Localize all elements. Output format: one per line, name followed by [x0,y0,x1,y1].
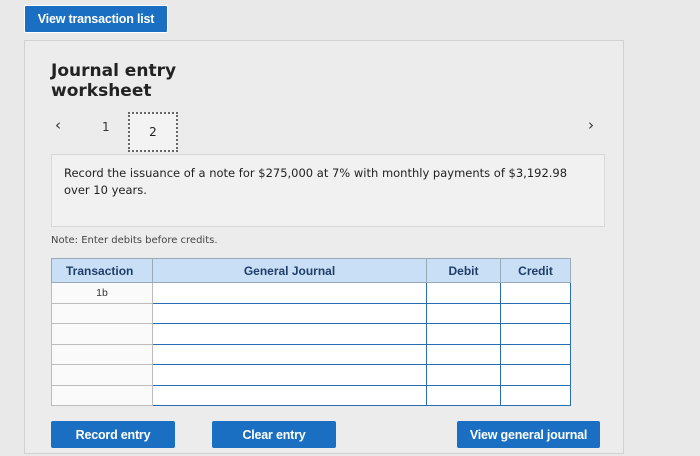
note-text: Note: Enter debits before credits. [51,235,218,246]
debit-input[interactable] [426,323,501,345]
chevron-right-icon[interactable]: › [588,116,594,134]
transaction-cell: 1b [51,282,153,304]
clear-entry-button[interactable]: Clear entry [212,421,336,448]
view-general-journal-button[interactable]: View general journal [457,421,600,448]
credit-input[interactable] [500,282,571,304]
transaction-cell [51,364,153,386]
credit-input[interactable] [500,364,571,386]
transaction-cell [51,323,153,345]
debit-input[interactable] [426,364,501,386]
credit-input[interactable] [500,343,571,365]
account-input[interactable] [152,323,427,345]
view-transaction-list-button[interactable]: View transaction list [24,5,168,33]
transaction-cell [51,302,153,324]
account-input[interactable] [152,302,427,324]
page-2-label: 2 [149,125,157,139]
worksheet-title-line2: worksheet [51,81,152,101]
account-input[interactable] [152,343,427,365]
page-2-tab[interactable]: 2 [128,112,178,152]
journal-table: Transaction General Journal Debit Credit… [51,258,571,406]
worksheet-title: Journal entry worksheet [51,61,176,101]
credit-input[interactable] [500,384,571,406]
debit-input[interactable] [426,343,501,365]
debit-input[interactable] [426,384,501,406]
table-row [51,343,571,365]
header-credit: Credit [500,258,571,283]
account-input[interactable] [152,384,427,406]
debit-input[interactable] [426,302,501,324]
account-input[interactable] [152,282,427,304]
transaction-cell [51,343,153,365]
table-row [51,302,571,324]
description-text: Record the issuance of a note for $275,0… [64,166,568,197]
credit-input[interactable] [500,302,571,324]
table-row [51,384,571,406]
worksheet-title-line1: Journal entry [51,61,177,81]
table-header-row: Transaction General Journal Debit Credit [51,258,571,283]
debit-input[interactable] [426,282,501,304]
account-input[interactable] [152,364,427,386]
credit-input[interactable] [500,323,571,345]
transaction-description: Record the issuance of a note for $275,0… [51,154,605,227]
header-general-journal: General Journal [152,258,427,283]
record-entry-button[interactable]: Record entry [51,421,175,448]
page-1-tab[interactable]: 1 [102,120,110,134]
header-transaction: Transaction [51,258,153,283]
table-row [51,323,571,345]
transaction-cell [51,384,153,406]
journal-entry-panel: Journal entry worksheet ‹ 1 2 › Record t… [24,40,624,454]
table-row: 1b [51,282,571,304]
header-debit: Debit [426,258,501,283]
chevron-left-icon[interactable]: ‹ [55,116,61,134]
table-row [51,364,571,386]
